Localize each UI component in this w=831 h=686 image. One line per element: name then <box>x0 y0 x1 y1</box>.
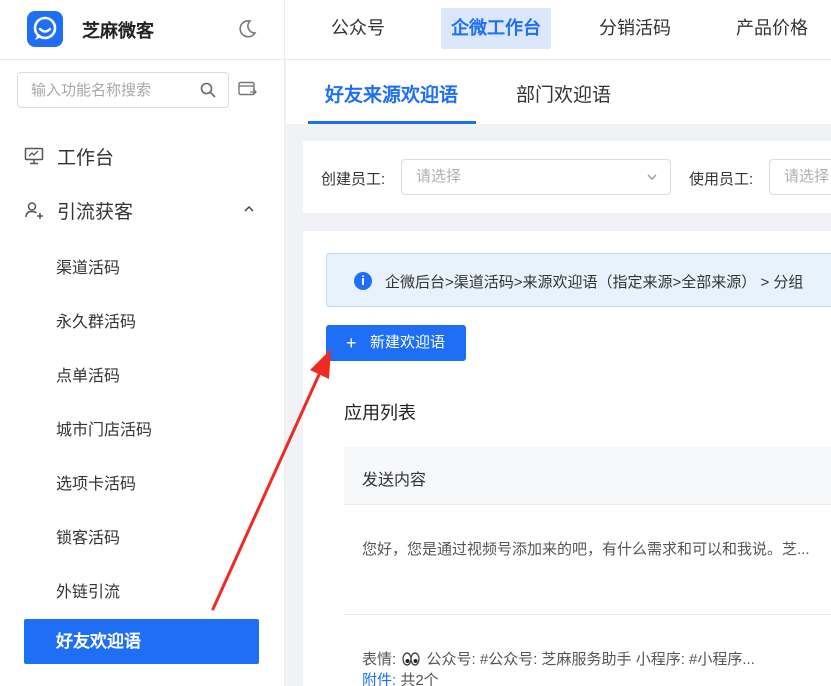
dark-mode-moon-icon[interactable] <box>235 17 259 41</box>
creator-select[interactable]: 请选择 <box>401 159 671 195</box>
sidebar: 工作台 引流获客 渠道活码 永久群活码 点单活码 城市门店活码 选项卡活码 锁客… <box>0 60 285 686</box>
table-header: 发送内容 <box>344 447 831 505</box>
sidebar-group-traffic[interactable]: 引流获客 <box>24 195 133 225</box>
info-icon: i <box>354 272 372 290</box>
row-send-content: 表情: 公众号: #公众号: 芝麻服务助手 小程序: #小程序... <box>362 648 831 669</box>
sidebar-item-channel-qrcode[interactable]: 渠道活码 <box>56 254 120 278</box>
add-user-icon <box>25 202 43 219</box>
tab-friend-source-welcome[interactable]: 好友来源欢迎语 <box>325 80 458 107</box>
list-title: 应用列表 <box>344 403 416 423</box>
new-welcome-button-label: 新建欢迎语 <box>370 334 446 351</box>
sidebar-item-order-qrcode[interactable]: 点单活码 <box>56 362 120 386</box>
sidebar-item-external-link[interactable]: 外链引流 <box>56 578 120 602</box>
sidebar-group-label: 引流获客 <box>57 201 134 223</box>
plus-icon: + <box>346 333 357 353</box>
row-attachments: 附件: 共2个 <box>362 669 439 686</box>
filter-card: 创建员工: 请选择 使用员工: 请选择 <box>303 141 831 213</box>
creator-filter-label: 创建员工: <box>321 171 386 188</box>
row-send-content: 您好，您是通过视频号添加来的吧，有什么需求和可以和我说。芝... <box>362 541 810 558</box>
monitor-icon <box>24 147 44 165</box>
table-row[interactable]: 表情: 公众号: #公众号: 芝麻服务助手 小程序: #小程序... 附件: 共… <box>344 615 831 686</box>
attachment-count: 共2个 <box>400 672 439 686</box>
creator-select-placeholder: 请选择 <box>416 168 462 185</box>
sidebar-item-city-store-qrcode[interactable]: 城市门店活码 <box>56 416 152 440</box>
topnav-distribution-qrcode[interactable]: 分销活码 <box>589 8 681 49</box>
new-welcome-button[interactable]: + 新建欢迎语 <box>326 325 466 361</box>
user-select-placeholder: 请选择 <box>784 168 830 185</box>
sidebar-item-lock-customer-qrcode[interactable]: 锁客活码 <box>56 524 120 548</box>
brand-logo-icon[interactable] <box>27 11 63 47</box>
tab-department-welcome[interactable]: 部门欢迎语 <box>516 80 611 107</box>
topnav-product-price[interactable]: 产品价格 <box>726 8 818 49</box>
user-filter-label: 使用员工: <box>689 171 754 188</box>
topnav-official-account[interactable]: 公众号 <box>321 8 395 49</box>
tab-bar: 好友来源欢迎语 部门欢迎语 <box>286 60 831 124</box>
info-alert-text: 企微后台>渠道活码>来源欢迎语（指定来源>全部来源） > 分组 <box>385 274 804 291</box>
function-search-input[interactable] <box>19 74 189 106</box>
brand-area: 芝麻微客 <box>0 0 285 60</box>
search-icon[interactable] <box>200 82 216 98</box>
user-select[interactable]: 请选择 <box>769 159 831 195</box>
sidebar-item-label: 工作台 <box>57 147 115 169</box>
attachment-link[interactable]: 附件: <box>362 672 396 686</box>
column-send-content: 发送内容 <box>362 472 427 489</box>
chevron-down-icon <box>647 174 657 180</box>
top-header: 芝麻微客 公众号 企微工作台 分销活码 产品价格 <box>0 0 831 60</box>
brand-name: 芝麻微客 <box>82 21 154 41</box>
sidebar-item-permanent-group-qrcode[interactable]: 永久群活码 <box>56 308 136 332</box>
sidebar-item-friend-welcome[interactable]: 好友欢迎语 <box>24 619 259 664</box>
list-card: i 企微后台>渠道活码>来源欢迎语（指定来源>全部来源） > 分组 + 新建欢迎… <box>303 231 831 686</box>
sidebar-item-tab-qrcode[interactable]: 选项卡活码 <box>56 470 136 494</box>
row-content-detail: 公众号: #公众号: 芝麻服务助手 小程序: #小程序... <box>426 651 755 668</box>
emoji-label: 表情: <box>362 651 397 668</box>
topnav-wecom-workbench[interactable]: 企微工作台 <box>441 8 551 49</box>
table-row[interactable]: 您好，您是通过视频号添加来的吧，有什么需求和可以和我说。芝... <box>344 505 831 615</box>
eyes-emoji-icon <box>402 652 420 666</box>
chevron-up-icon[interactable] <box>243 203 255 215</box>
active-tab-underline <box>308 121 476 124</box>
card-settings-icon[interactable] <box>238 81 257 98</box>
function-search-box[interactable] <box>17 72 229 108</box>
info-alert: i 企微后台>渠道活码>来源欢迎语（指定来源>全部来源） > 分组 <box>326 253 831 307</box>
sidebar-item-workbench[interactable]: 工作台 <box>24 141 114 171</box>
